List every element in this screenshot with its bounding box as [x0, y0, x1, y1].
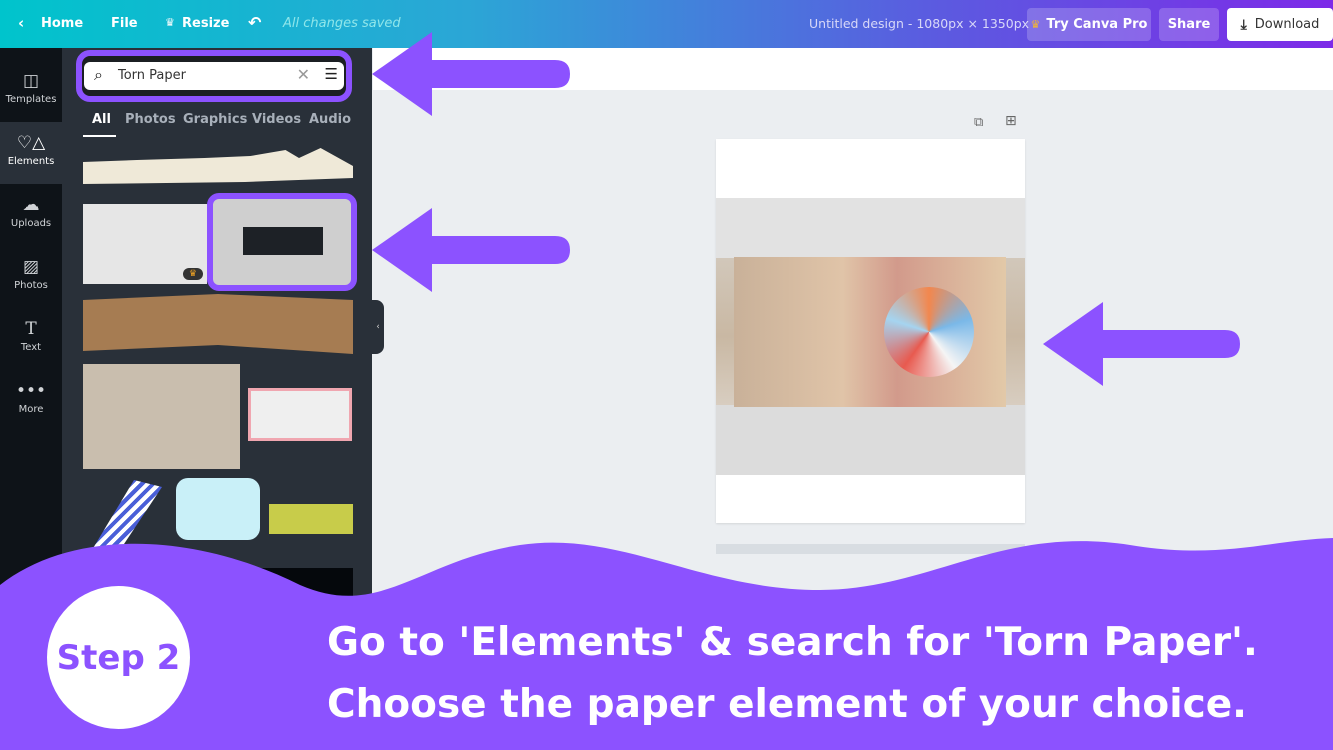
- caption-line-1: Go to 'Elements' & search for 'Torn Pape…: [327, 620, 1258, 665]
- step-badge: Step 2: [47, 586, 190, 729]
- arrow-to-search-icon: [372, 32, 570, 116]
- caption-line-2: Choose the paper element of your choice.: [327, 682, 1247, 727]
- arrow-to-element-icon: [372, 208, 570, 292]
- arrow-to-canvas-icon: [1043, 302, 1240, 386]
